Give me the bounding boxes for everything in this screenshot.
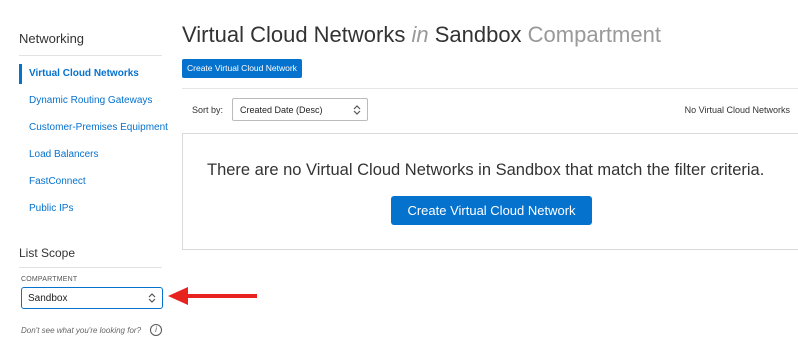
sidebar-item-public-ips[interactable]: Public IPs	[19, 199, 169, 226]
title-in: in	[411, 22, 429, 47]
compartment-value: Sandbox	[28, 293, 68, 304]
chevron-up-down-icon	[148, 293, 156, 303]
page-title: Virtual Cloud Networks in Sandbox Compar…	[182, 22, 661, 48]
empty-state-panel: There are no Virtual Cloud Networks in S…	[182, 133, 798, 250]
sidebar-item-fastconnect[interactable]: FastConnect	[19, 172, 169, 199]
title-compartment-word: Compartment	[527, 22, 661, 47]
sidebar-item-label: Virtual Cloud Networks	[29, 68, 139, 79]
sidebar-title: Networking	[19, 31, 85, 46]
sort-label: Sort by:	[192, 105, 224, 115]
sidebar-item-load-balancers[interactable]: Load Balancers	[19, 145, 169, 172]
info-icon[interactable]: i	[150, 324, 162, 336]
list-scope-title: List Scope	[19, 246, 76, 260]
sidebar: Networking Virtual Cloud Networks Dynami…	[0, 0, 170, 349]
title-compartment-name: Sandbox	[428, 22, 528, 47]
divider	[19, 267, 162, 268]
divider	[19, 55, 162, 56]
chevron-up-down-icon	[353, 105, 361, 115]
create-vcn-button[interactable]: Create Virtual Cloud Network	[182, 59, 302, 78]
help-text: Don't see what you're looking for?	[21, 326, 142, 335]
annotation-arrow-icon	[168, 287, 257, 305]
sort-value: Created Date (Desc)	[240, 105, 323, 115]
compartment-label: COMPARTMENT	[21, 276, 78, 283]
sidebar-item-virtual-cloud-networks[interactable]: Virtual Cloud Networks	[19, 64, 169, 84]
create-vcn-button-primary[interactable]: Create Virtual Cloud Network	[391, 196, 592, 225]
sidebar-item-customer-premises-equipment[interactable]: Customer-Premises Equipment	[19, 118, 169, 145]
compartment-select[interactable]: Sandbox	[21, 287, 163, 309]
sidebar-nav: Virtual Cloud Networks Dynamic Routing G…	[19, 64, 169, 226]
empty-state-message: There are no Virtual Cloud Networks in S…	[207, 161, 765, 179]
divider	[182, 88, 798, 89]
result-count: No Virtual Cloud Networks	[684, 105, 790, 115]
sidebar-item-dynamic-routing-gateways[interactable]: Dynamic Routing Gateways	[19, 91, 169, 118]
title-text: Virtual Cloud Networks	[182, 22, 412, 47]
sort-select[interactable]: Created Date (Desc)	[232, 98, 368, 121]
